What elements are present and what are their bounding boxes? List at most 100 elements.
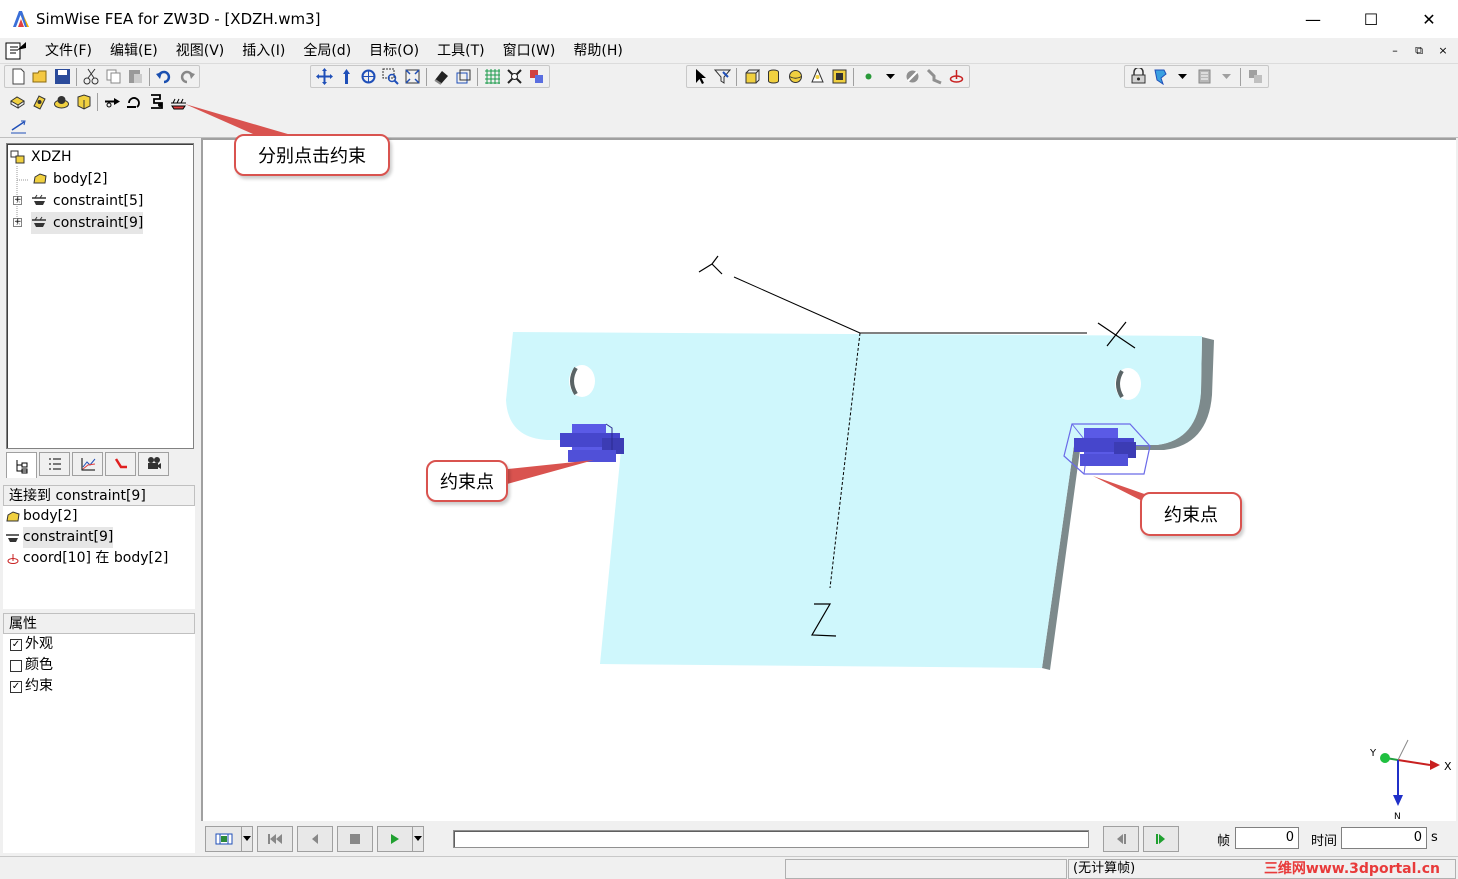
tab-stress[interactable] xyxy=(105,452,136,476)
joint-icon[interactable] xyxy=(902,67,922,87)
rigid-joint-icon[interactable] xyxy=(7,92,27,112)
document-system-menu-icon[interactable] xyxy=(4,40,28,62)
pan-icon[interactable] xyxy=(314,67,334,87)
view-orientation-icon[interactable] xyxy=(453,67,473,87)
time-input[interactable]: 0 xyxy=(1341,827,1427,849)
menu-edit[interactable]: 编辑(E) xyxy=(101,39,167,63)
cut-icon[interactable] xyxy=(81,67,101,87)
dropdown-arrow-icon[interactable] xyxy=(880,67,900,87)
spherical-joint-icon[interactable] xyxy=(51,92,71,112)
save-icon[interactable] xyxy=(52,67,72,87)
timeline-track[interactable] xyxy=(453,830,1089,848)
menu-help[interactable]: 帮助(H) xyxy=(564,39,631,63)
maximize-button[interactable]: ☐ xyxy=(1342,0,1400,38)
step-frame-forward-button[interactable] xyxy=(1143,826,1179,852)
menu-insert[interactable]: 插入(I) xyxy=(233,39,294,63)
connection-item[interactable]: coord[10] 在 body[2] xyxy=(3,548,195,569)
animation-mode-button[interactable] xyxy=(205,826,242,852)
slot-joint-icon[interactable] xyxy=(73,92,93,112)
torque-icon[interactable] xyxy=(124,92,144,112)
mdi-close-button[interactable]: × xyxy=(1434,42,1452,60)
connection-item[interactable]: body[2] xyxy=(3,506,195,527)
create-sphere-icon[interactable] xyxy=(785,67,805,87)
paste-icon[interactable] xyxy=(125,67,145,87)
step-back-button[interactable] xyxy=(297,826,333,852)
menu-object[interactable]: 目标(O) xyxy=(360,39,428,63)
menu-window[interactable]: 窗口(W) xyxy=(494,39,565,63)
menu-tools[interactable]: 工具(T) xyxy=(428,39,493,63)
render-mode-icon[interactable] xyxy=(431,67,451,87)
sketch-line-icon[interactable] xyxy=(8,116,28,136)
property-appearance[interactable]: ✓ 外观 xyxy=(3,634,195,655)
close-button[interactable]: ✕ xyxy=(1400,0,1458,38)
motor-icon[interactable] xyxy=(146,92,166,112)
property-constraint[interactable]: ✓ 约束 xyxy=(3,676,195,697)
property-color[interactable]: 颜色 xyxy=(3,655,195,676)
grid-icon[interactable] xyxy=(482,67,502,87)
step-frame-back-button[interactable] xyxy=(1103,826,1139,852)
constraint-checkbox[interactable]: ✓ xyxy=(10,680,22,693)
menu-view[interactable]: 视图(V) xyxy=(167,39,234,63)
connection-item[interactable]: constraint[9] xyxy=(3,527,195,548)
copy-icon[interactable] xyxy=(103,67,123,87)
3d-viewport[interactable]: X Y N xyxy=(201,138,1456,821)
callout-constraint-point-left: 约束点 xyxy=(426,460,508,502)
open-folder-icon[interactable] xyxy=(30,67,50,87)
force-icon[interactable] xyxy=(102,92,122,112)
rotate-icon[interactable] xyxy=(358,67,378,87)
mdi-restore-button[interactable]: ⧉ xyxy=(1410,42,1428,60)
tree-item-constraint-5[interactable]: constraint[5] xyxy=(31,190,143,212)
view-triad xyxy=(1380,739,1440,806)
mdi-minimize-button[interactable]: – xyxy=(1386,42,1404,60)
constraint-tool-icon[interactable] xyxy=(168,92,188,112)
play-button[interactable] xyxy=(377,826,413,852)
select-filter-icon[interactable] xyxy=(712,67,732,87)
snap-icon[interactable] xyxy=(504,67,524,87)
new-file-icon[interactable] xyxy=(8,67,28,87)
minimize-button[interactable]: — xyxy=(1284,0,1342,38)
coordinate-icon[interactable] xyxy=(526,67,546,87)
animation-mode-dropdown[interactable] xyxy=(241,826,253,852)
point-icon[interactable] xyxy=(858,67,878,87)
menu-global[interactable]: 全局(d) xyxy=(294,39,360,63)
spring-icon[interactable] xyxy=(924,67,944,87)
zoom-fit-icon[interactable] xyxy=(402,67,422,87)
tab-tree[interactable] xyxy=(6,452,37,478)
rewind-button[interactable] xyxy=(257,826,293,852)
run-analysis-icon[interactable] xyxy=(1128,67,1148,87)
axis-line-y xyxy=(733,276,861,334)
zoom-window-icon[interactable] xyxy=(380,67,400,87)
dropdown-arrow-icon[interactable] xyxy=(1172,67,1192,87)
appearance-checkbox[interactable]: ✓ xyxy=(10,638,22,651)
tab-list[interactable] xyxy=(39,452,70,476)
zoom-dynamic-icon[interactable] xyxy=(336,67,356,87)
window-title: SimWise FEA for ZW3D - [XDZH.wm3] xyxy=(36,10,321,28)
tree-item-constraint-9[interactable]: constraint[9] xyxy=(31,212,144,234)
results-icon[interactable] xyxy=(1150,67,1170,87)
triad-y-label: Y xyxy=(1369,748,1377,759)
play-dropdown[interactable] xyxy=(412,826,424,852)
list-view-icon xyxy=(48,458,61,470)
stop-button[interactable] xyxy=(337,826,373,852)
meter-icon[interactable] xyxy=(1194,67,1214,87)
dropdown-arrow-icon[interactable] xyxy=(1216,67,1236,87)
create-box-icon[interactable] xyxy=(829,67,849,87)
menu-file[interactable]: 文件(F) xyxy=(36,39,101,63)
undo-icon[interactable] xyxy=(154,67,174,87)
tab-graph[interactable] xyxy=(72,452,103,476)
layout-icon[interactable] xyxy=(1245,67,1265,87)
revolute-joint-icon[interactable] xyxy=(29,92,49,112)
create-cylinder-icon[interactable] xyxy=(763,67,783,87)
redo-icon[interactable] xyxy=(176,67,196,87)
frame-input[interactable]: 0 xyxy=(1235,827,1299,849)
select-arrow-icon[interactable] xyxy=(690,67,710,87)
color-checkbox[interactable] xyxy=(10,659,22,672)
coordinate-system-icon[interactable] xyxy=(946,67,966,87)
model-scene: X Y N xyxy=(506,255,1452,821)
tree-item-label: constraint[9] xyxy=(53,215,144,231)
tab-camera[interactable] xyxy=(138,452,169,476)
create-cone-icon[interactable] xyxy=(807,67,827,87)
tree-view-icon xyxy=(16,459,27,473)
create-block-icon[interactable] xyxy=(741,67,761,87)
triad-z-label: N xyxy=(1394,812,1401,821)
